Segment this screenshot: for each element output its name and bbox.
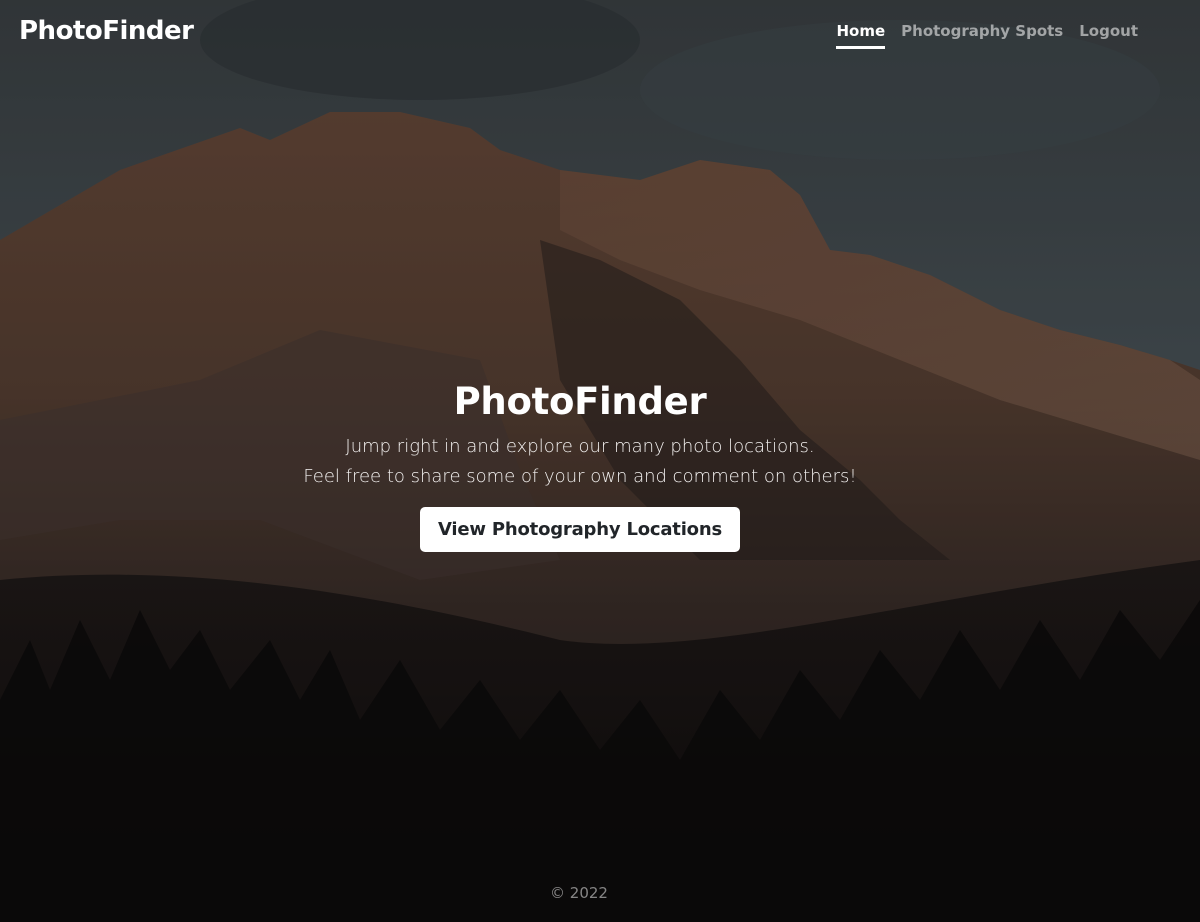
top-navbar: PhotoFinder Home Photography Spots Logou…: [0, 0, 1200, 66]
nav-link-photography-spots[interactable]: Photography Spots: [901, 22, 1063, 49]
brand-logo[interactable]: PhotoFinder: [19, 16, 194, 46]
hero-title: PhotoFinder: [453, 380, 707, 423]
hero-tagline-line-1: Jump right in and explore our many photo…: [345, 436, 815, 457]
footer-copyright: © 2022: [550, 884, 608, 902]
nav-link-home[interactable]: Home: [836, 22, 886, 49]
hero-section: PhotoFinder Jump right in and explore ou…: [0, 378, 1160, 552]
nav-link-logout[interactable]: Logout: [1079, 22, 1138, 49]
landing-page: PhotoFinder Home Photography Spots Logou…: [0, 0, 1200, 922]
hero-tagline-line-2: Feel free to share some of your own and …: [303, 466, 857, 487]
view-locations-button[interactable]: View Photography Locations: [420, 507, 740, 552]
nav-links: Home Photography Spots Logout: [836, 22, 1138, 49]
